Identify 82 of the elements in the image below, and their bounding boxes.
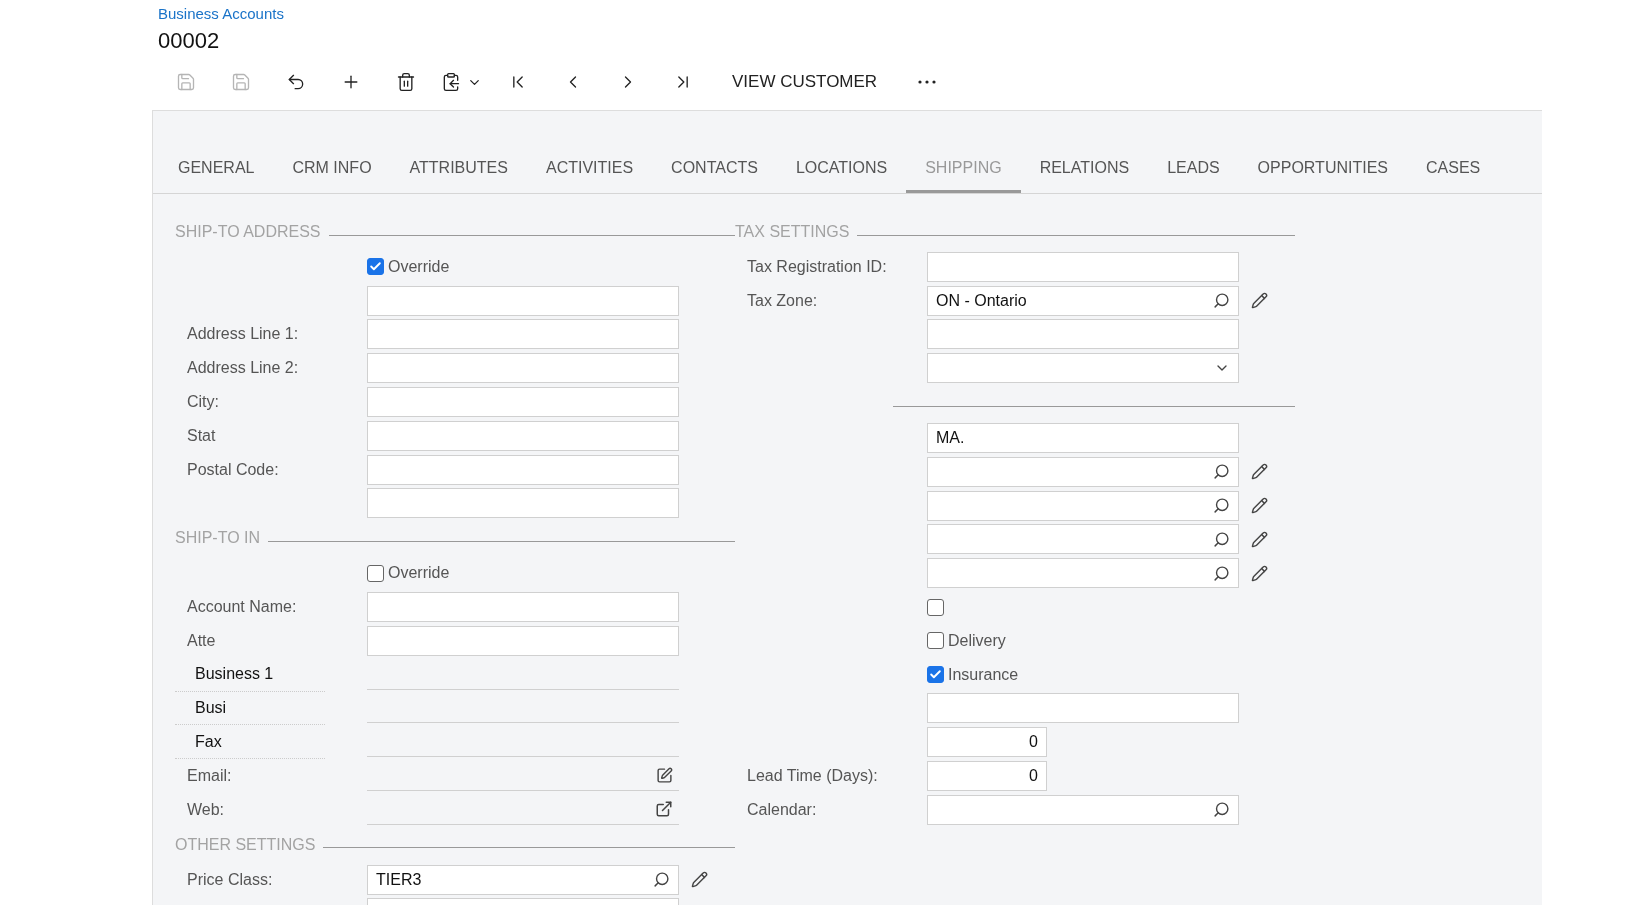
lookup-field[interactable]	[927, 524, 1239, 555]
field-label: Atte	[186, 631, 217, 650]
save-icon	[230, 72, 251, 92]
field-label: Lead Time (Days):	[746, 767, 879, 786]
search-icon	[1213, 292, 1230, 310]
search-icon	[1213, 530, 1230, 548]
search-icon	[653, 871, 670, 889]
input-field[interactable]	[367, 454, 679, 485]
checkbox[interactable]	[367, 564, 384, 582]
number-field[interactable]: 0	[927, 761, 1047, 792]
tab[interactable]: GENERAL	[159, 149, 274, 193]
input-field[interactable]	[367, 420, 679, 451]
field-label: Address Line 2:	[186, 359, 300, 378]
tab[interactable]: LEADS	[1148, 149, 1239, 193]
checkbox-label: Insurance	[948, 665, 1019, 684]
section-title: SHIP-TO ADDRESS	[175, 223, 321, 241]
tab[interactable]: CRM INFO	[273, 149, 391, 193]
edit-icon[interactable]	[656, 767, 673, 785]
tab[interactable]: CONTACTS	[652, 149, 777, 193]
field-label: Account Name:	[186, 598, 298, 617]
field-label: Tax Registration ID:	[746, 257, 888, 276]
input-field[interactable]	[367, 353, 679, 384]
input-field[interactable]	[367, 387, 679, 418]
section-title: OTHER SETTINGS	[175, 835, 316, 854]
field-value: TIER3	[376, 870, 422, 889]
trash-icon	[395, 72, 416, 92]
checkbox[interactable]	[927, 598, 944, 616]
field-label: Stat	[186, 426, 217, 445]
section-title: TAX SETTINGS	[735, 223, 850, 241]
section-title: SHIP-TO IN	[175, 529, 261, 548]
field-label: Email:	[186, 767, 233, 786]
field-label: Calendar:	[746, 800, 818, 819]
record-title: 00002	[158, 28, 220, 54]
clipboard-icon	[441, 72, 461, 92]
search-icon	[1213, 463, 1230, 481]
tab[interactable]: ATTRIBUTES	[390, 149, 527, 193]
field-label: Postal Code:	[186, 460, 280, 479]
input-field[interactable]	[367, 625, 679, 656]
field-label: Web:	[186, 800, 226, 819]
input-field[interactable]	[367, 488, 679, 519]
save-close-icon	[175, 72, 196, 92]
tab[interactable]: CASES	[1407, 149, 1500, 193]
lookup-field[interactable]: ON - Ontario	[927, 285, 1239, 316]
field-label: Address Line 1:	[186, 325, 300, 344]
phone-label: Business 1	[175, 657, 325, 692]
tab[interactable]: ACTIVITIES	[526, 149, 653, 193]
input-field[interactable]	[367, 592, 679, 623]
input-field[interactable]	[927, 251, 1239, 282]
breadcrumb-link[interactable]: Business Accounts	[158, 5, 284, 22]
checkbox-label: Override	[388, 257, 450, 276]
checkbox[interactable]	[367, 258, 384, 276]
external-link-icon[interactable]	[655, 800, 673, 819]
lookup-field[interactable]	[927, 456, 1239, 487]
checkbox-label: Override	[388, 564, 450, 583]
view-customer-button[interactable]: VIEW CUSTOMER	[724, 64, 886, 100]
field-label: Tax Zone:	[746, 291, 819, 310]
dropdown-field[interactable]	[927, 353, 1239, 384]
lookup-field[interactable]: TIER3	[367, 864, 679, 895]
number-field[interactable]: 0	[927, 727, 1047, 758]
checkbox[interactable]	[927, 666, 944, 684]
tab[interactable]: RELATIONS	[1020, 149, 1149, 193]
checkbox[interactable]	[927, 632, 944, 650]
lookup-field[interactable]	[927, 558, 1239, 589]
tab[interactable]: LOCATIONS	[776, 149, 907, 193]
lookup-field[interactable]	[927, 490, 1239, 521]
phone-label: Fax	[175, 725, 325, 760]
lookup-field[interactable]	[927, 794, 1239, 825]
input-field[interactable]	[927, 693, 1239, 724]
field-value: ON - Ontario	[936, 291, 1027, 310]
input-field[interactable]	[367, 319, 679, 350]
input-field[interactable]	[367, 285, 679, 316]
phone-label: Busi	[175, 691, 325, 726]
input-field[interactable]	[927, 319, 1239, 350]
more-icon	[917, 80, 936, 84]
tab[interactable]: OPPORTUNITIES	[1238, 149, 1407, 193]
search-icon	[1213, 497, 1230, 515]
input-field[interactable]: MA.	[927, 423, 1239, 454]
checkbox-label: Delivery	[948, 631, 1006, 650]
search-icon	[1213, 564, 1230, 582]
field-label: Price Class:	[186, 870, 274, 889]
field-label: City:	[186, 393, 220, 412]
search-icon	[1213, 801, 1230, 819]
